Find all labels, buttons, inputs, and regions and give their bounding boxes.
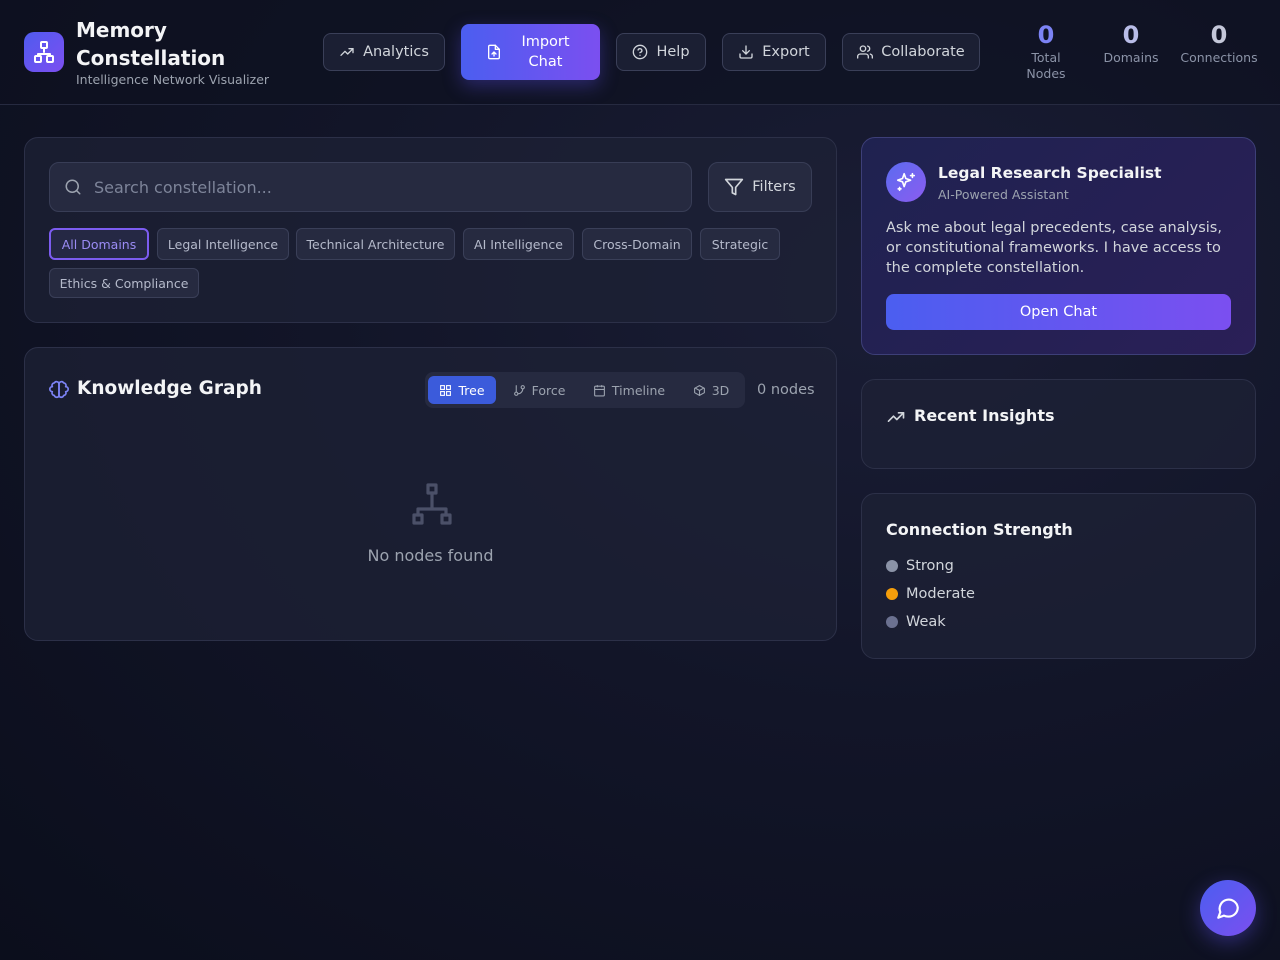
import-chat-label: Import Chat	[521, 34, 570, 70]
assistant-card: Legal Research Specialist AI-Powered Ass…	[861, 137, 1256, 355]
stat-domains: 0 Domains	[1101, 20, 1161, 66]
domain-chip-cross[interactable]: Cross-Domain	[582, 228, 692, 260]
recent-insights-panel: Recent Insights	[861, 379, 1256, 469]
app-title: Memory Constellation	[76, 18, 226, 70]
box-icon	[693, 384, 705, 396]
trending-up-icon	[887, 412, 905, 422]
view-tab-force[interactable]: Force	[503, 376, 575, 404]
legend-dot	[886, 616, 898, 628]
analytics-button[interactable]: Analytics	[323, 33, 445, 71]
help-circle-icon	[633, 44, 648, 60]
analytics-label: Analytics	[363, 44, 429, 60]
app-header: Memory Constellation Intelligence Networ…	[0, 0, 1280, 105]
view-tab-label: Force	[531, 382, 566, 398]
stat-value: 0	[1210, 21, 1228, 49]
search-filter-panel: Filters All Domains Legal Intelligence T…	[24, 137, 837, 323]
file-upload-icon	[487, 44, 500, 60]
search-box	[49, 162, 692, 212]
search-icon	[65, 179, 81, 195]
chat-fab-button[interactable]	[1200, 880, 1256, 936]
legend-dot	[886, 560, 898, 572]
stat-label: Domains	[1103, 50, 1159, 65]
export-button[interactable]: Export	[722, 33, 826, 71]
open-chat-button[interactable]: Open Chat	[886, 294, 1231, 330]
message-circle-icon	[1217, 898, 1239, 919]
stat-value: 0	[1122, 21, 1140, 49]
insights-title: Recent Insights	[914, 406, 1055, 425]
domain-chip-legal[interactable]: Legal Intelligence	[157, 228, 289, 260]
connection-strength-panel: Connection Strength Strong Moderate Weak	[861, 493, 1256, 659]
filter-icon	[725, 178, 744, 196]
domain-chip-ai[interactable]: AI Intelligence	[463, 228, 574, 260]
help-label: Help	[656, 44, 690, 60]
search-input[interactable]	[94, 177, 674, 197]
collaborate-label: Collaborate	[881, 44, 965, 60]
knowledge-graph-panel: Knowledge Graph Tree Force Timeline 3D 0…	[24, 347, 837, 641]
collaborate-button[interactable]: Collaborate	[842, 33, 980, 71]
assistant-role: AI-Powered Assistant	[938, 187, 1069, 202]
graph-title: Knowledge Graph	[77, 378, 262, 399]
stat-connections: 0 Connections	[1180, 20, 1258, 66]
stat-value: 0	[1037, 21, 1055, 49]
view-toggle: Tree Force Timeline 3D	[425, 372, 745, 408]
view-tab-label: Timeline	[611, 382, 666, 398]
legend-label: Moderate	[906, 586, 975, 602]
export-label: Export	[762, 44, 810, 60]
view-tab-label: 3D	[711, 382, 730, 398]
app-subtitle: Intelligence Network Visualizer	[76, 72, 270, 87]
help-button[interactable]: Help	[616, 33, 706, 71]
legend-label: Weak	[906, 614, 946, 630]
view-tab-timeline[interactable]: Timeline	[583, 376, 675, 404]
import-chat-button[interactable]: Import Chat	[461, 24, 600, 80]
filters-button[interactable]: Filters	[708, 162, 812, 212]
git-branch-icon	[513, 384, 525, 396]
legend-item-moderate: Moderate	[886, 586, 975, 602]
domain-chip-all[interactable]: All Domains	[49, 228, 149, 260]
assistant-description: Ask me about legal precedents, case anal…	[886, 220, 1222, 276]
legend-item-strong: Strong	[886, 558, 954, 574]
legend-item-weak: Weak	[886, 614, 946, 630]
sparkles-icon	[886, 162, 926, 202]
view-tab-tree[interactable]: Tree	[428, 376, 496, 404]
stat-total-nodes: 0 Total Nodes	[1016, 20, 1076, 82]
download-icon	[739, 45, 753, 59]
connection-strength-title: Connection Strength	[886, 520, 1073, 539]
node-count: 0 nodes	[757, 382, 815, 398]
domain-chip-ethics[interactable]: Ethics & Compliance	[49, 268, 199, 298]
domain-chip-technical[interactable]: Technical Architecture	[296, 228, 455, 260]
legend-dot	[886, 588, 898, 600]
network-logo-icon	[24, 32, 64, 72]
users-icon	[857, 45, 874, 59]
brain-icon	[49, 380, 69, 399]
stat-label: Total Nodes	[1026, 50, 1066, 81]
network-empty-icon	[412, 483, 452, 525]
filters-label: Filters	[752, 179, 796, 195]
domain-chip-strategic[interactable]: Strategic	[700, 228, 780, 260]
trending-up-icon	[340, 48, 354, 56]
empty-state-text: No nodes found	[367, 546, 494, 565]
view-tab-3d[interactable]: 3D	[683, 376, 739, 404]
view-tab-label: Tree	[458, 382, 485, 398]
legend-label: Strong	[906, 558, 954, 574]
grid-icon	[440, 384, 452, 396]
stat-label: Connections	[1180, 50, 1258, 65]
assistant-name: Legal Research Specialist	[938, 164, 1162, 182]
calendar-icon	[594, 384, 605, 396]
